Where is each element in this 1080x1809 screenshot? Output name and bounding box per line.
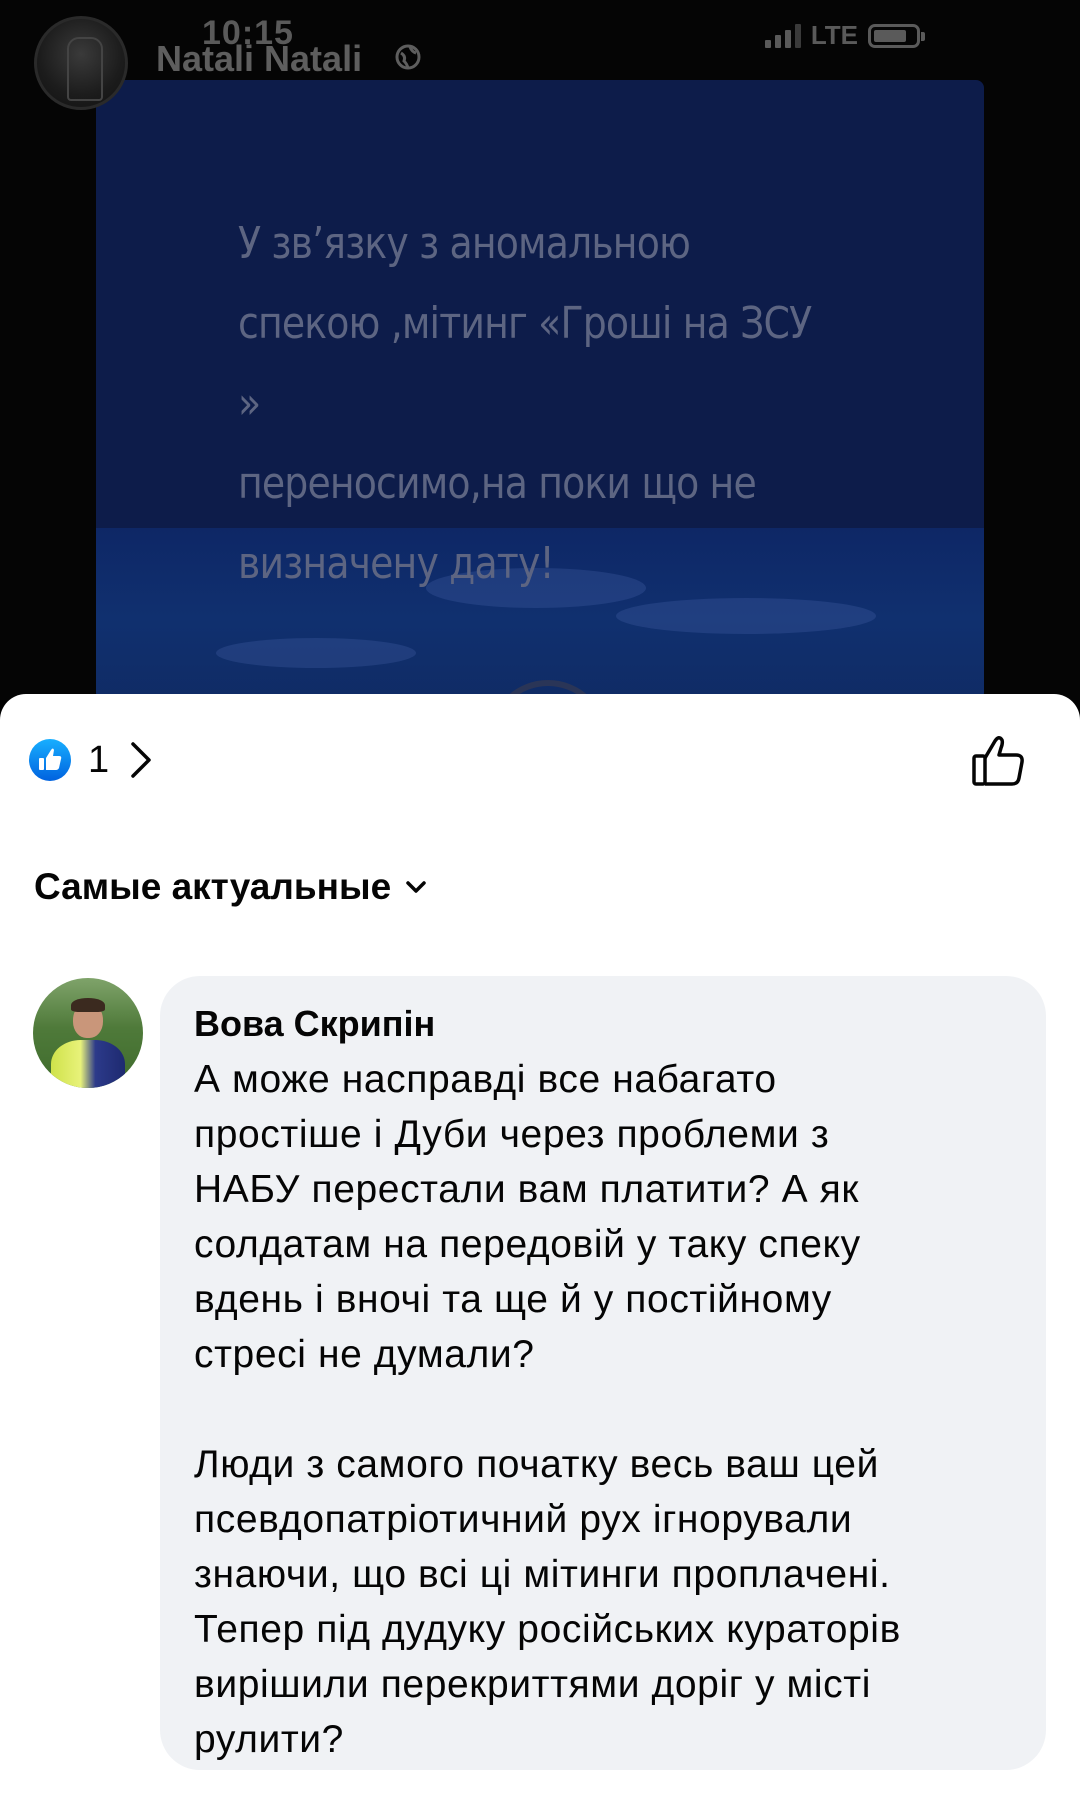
signal-icon	[764, 23, 801, 48]
chevron-right-icon	[131, 742, 151, 778]
battery-icon	[868, 23, 925, 48]
globe-icon	[395, 44, 421, 70]
reactions-summary[interactable]: 1	[28, 738, 155, 782]
avatar-shirt	[51, 1040, 125, 1088]
network-type: LTE	[810, 20, 858, 50]
chevron-down-icon	[406, 881, 426, 893]
avatar-figure	[67, 37, 103, 101]
comment-sort-dropdown[interactable]: Самые актуальные	[34, 866, 427, 908]
commenter-name[interactable]: Вова Скрипін	[194, 1002, 1012, 1046]
comments-sheet: 1 Самые актуальные Вова Скрипін А може н…	[0, 694, 1080, 1809]
status-time: 10:15	[202, 14, 294, 52]
author-avatar[interactable]	[34, 16, 128, 110]
like-reaction-icon	[29, 739, 71, 781]
cloud-shape	[216, 638, 416, 668]
like-button[interactable]	[970, 732, 1028, 790]
commenter-avatar[interactable]	[33, 978, 143, 1088]
comment-text: А може насправді все набагато простіше і…	[194, 1058, 901, 1761]
post-text: У звʼязку з аномальною спекою ,мітинг «Г…	[238, 218, 812, 589]
sort-label: Самые актуальные	[34, 866, 392, 907]
comment-bubble[interactable]: Вова Скрипін А може насправді все набага…	[160, 976, 1046, 1770]
screen: У звʼязку з аномальною спекою ,мітинг «Г…	[0, 0, 1080, 1809]
avatar-hair	[71, 998, 105, 1012]
reaction-count: 1	[88, 738, 110, 781]
post-image[interactable]: У звʼязку з аномальною спекою ,мітинг «Г…	[96, 80, 984, 700]
status-indicators: LTE	[764, 20, 925, 51]
post-background: У звʼязку з аномальною спекою ,мітинг «Г…	[0, 0, 1080, 800]
